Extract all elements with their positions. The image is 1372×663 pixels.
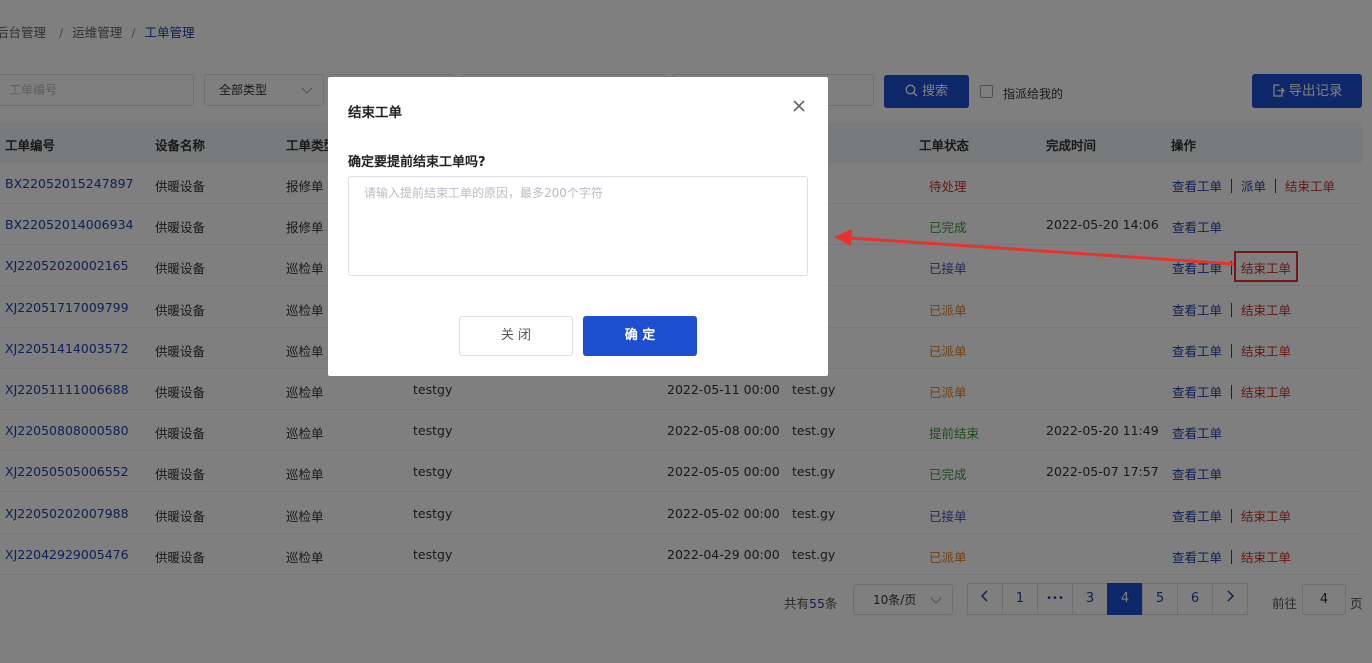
dialog-title: 结束工单 <box>348 105 402 121</box>
end-order-dialog: 结束工单 确定要提前结束工单吗? 请输入提前结束工单的原因，最多200个字符 关… <box>328 77 828 376</box>
end-reason-placeholder: 请输入提前结束工单的原因，最多200个字符 <box>364 186 603 200</box>
end-reason-textarea[interactable]: 请输入提前结束工单的原因，最多200个字符 <box>348 176 808 276</box>
dialog-confirm-label: 确 定 <box>624 328 656 343</box>
dialog-question: 确定要提前结束工单吗? <box>348 155 486 170</box>
dialog-close-button[interactable]: 关 闭 <box>459 316 573 356</box>
close-icon[interactable] <box>793 100 805 112</box>
dialog-close-label: 关 闭 <box>500 328 532 343</box>
dialog-confirm-button[interactable]: 确 定 <box>583 316 697 356</box>
